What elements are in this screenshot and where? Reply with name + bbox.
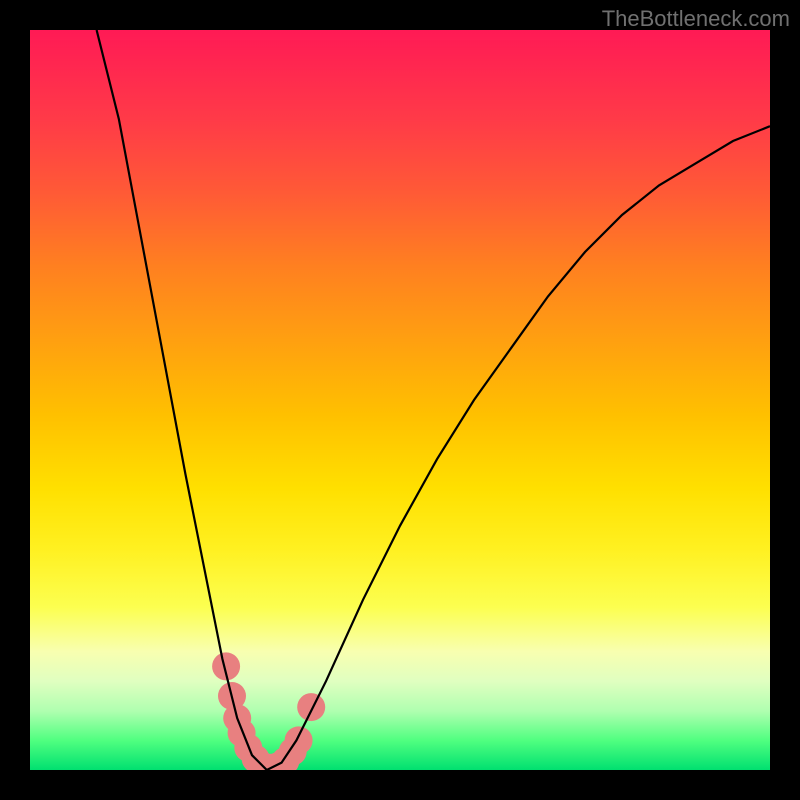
- marker-group: [212, 652, 325, 770]
- data-marker: [297, 693, 325, 721]
- chart-overlay: [30, 30, 770, 770]
- bottleneck-curve: [97, 30, 770, 770]
- chart-area: [30, 30, 770, 770]
- watermark-text: TheBottleneck.com: [602, 6, 790, 32]
